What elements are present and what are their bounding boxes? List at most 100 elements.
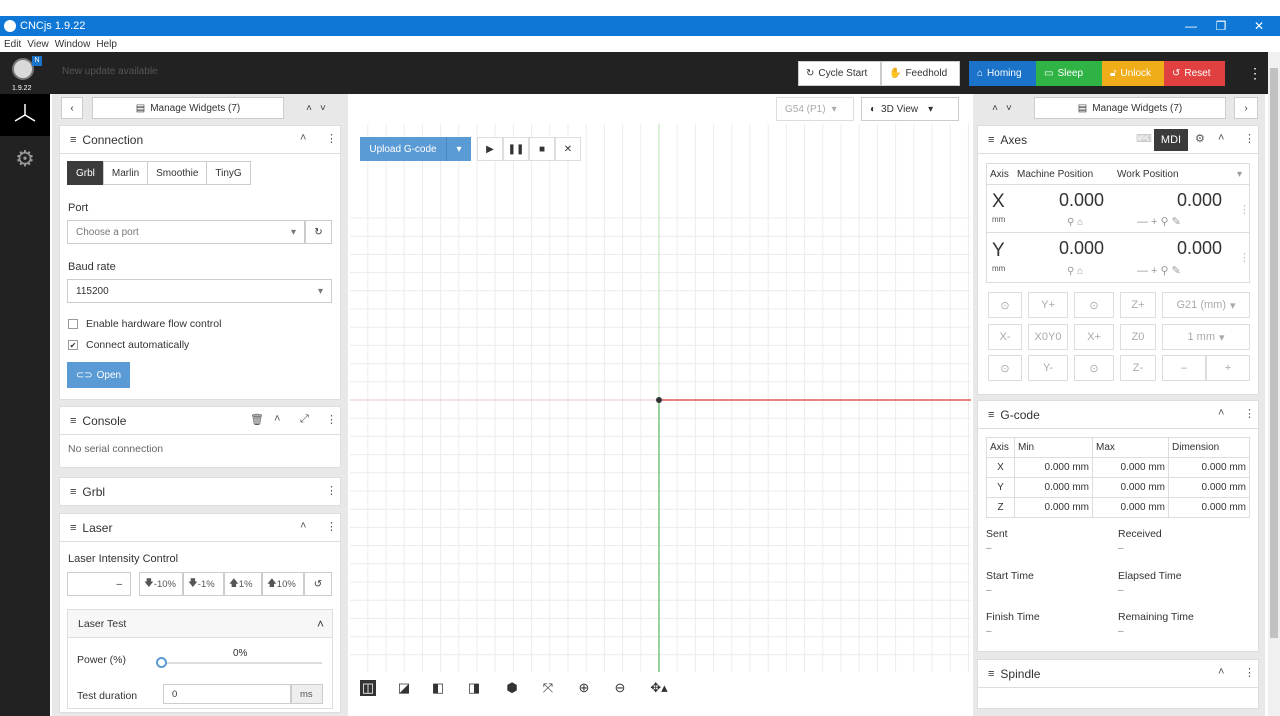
kebab-menu-icon[interactable]: ⋮ bbox=[1244, 132, 1255, 145]
fit-view-icon[interactable]: ⤧ bbox=[540, 680, 556, 696]
increase-10-button[interactable]: 🡅 10% bbox=[262, 572, 304, 596]
go-to-x0y0-button[interactable]: X0Y0 bbox=[1028, 324, 1068, 350]
menu-help[interactable]: Help bbox=[96, 39, 117, 50]
checkbox-checked[interactable]: ✔ bbox=[68, 340, 78, 350]
keyboard-icon[interactable]: ⌨ bbox=[1136, 132, 1152, 145]
jog-xy-diag-icon[interactable]: ⊙ bbox=[988, 292, 1022, 318]
view-left-icon[interactable]: ◧ bbox=[430, 680, 446, 696]
tab-smoothie[interactable]: Smoothie bbox=[147, 161, 208, 185]
decrease-10-button[interactable]: 🡇 -10% bbox=[139, 572, 183, 596]
jog-xy-diag-icon[interactable]: ⊙ bbox=[1074, 355, 1114, 381]
kebab-menu-icon[interactable]: ⋮ bbox=[326, 484, 337, 497]
mdi-button[interactable]: MDI bbox=[1154, 129, 1188, 151]
manage-widgets-button-right[interactable]: ▤ Manage Widgets (7) bbox=[1034, 97, 1226, 119]
close-button[interactable]: ✕ bbox=[1244, 16, 1274, 36]
drag-handle-icon[interactable]: ≡ bbox=[70, 522, 76, 534]
auto-connect-checkbox[interactable]: ✔ Connect automatically bbox=[68, 339, 189, 351]
trash-icon[interactable]: 🗑︎ bbox=[250, 413, 264, 426]
zoom-out-icon[interactable]: ⊖ bbox=[612, 680, 628, 696]
decrease-1-button[interactable]: 🡇 -1% bbox=[183, 572, 224, 596]
tab-grbl[interactable]: Grbl bbox=[67, 161, 104, 185]
refresh-ports-button[interactable]: ↻ bbox=[305, 220, 332, 244]
drag-handle-icon[interactable]: ≡ bbox=[988, 409, 994, 421]
tab-tinyg[interactable]: TinyG bbox=[206, 161, 251, 185]
view-3d-button[interactable]: ◐ 3D View ▾ bbox=[861, 97, 959, 121]
go-to-zero-icon[interactable]: ⚲ ⌂ bbox=[1067, 266, 1083, 277]
sleep-button[interactable]: ▭ Sleep bbox=[1036, 61, 1102, 86]
reset-button[interactable]: ↺ Reset bbox=[1164, 61, 1225, 86]
increase-1-button[interactable]: 🡅 1% bbox=[224, 572, 262, 596]
workspace-nav-item[interactable] bbox=[0, 94, 50, 136]
view-3d-icon[interactable]: ⬢ bbox=[504, 680, 520, 696]
pan-icon[interactable]: ✥▴ bbox=[646, 680, 672, 696]
kebab-menu-icon[interactable]: ⋮ bbox=[326, 520, 337, 533]
drag-handle-icon[interactable]: ≡ bbox=[70, 486, 76, 498]
collapse-right-button[interactable]: › bbox=[1234, 97, 1258, 119]
pause-button[interactable]: ❚❚ bbox=[503, 137, 529, 161]
logo[interactable]: N 1.9.22 bbox=[4, 56, 44, 92]
kebab-menu-icon[interactable]: ⋮ bbox=[326, 413, 337, 426]
minimize-button[interactable]: — bbox=[1176, 16, 1206, 36]
chevron-up-icon[interactable]: ˄ bbox=[300, 520, 306, 532]
chevron-up-icon[interactable]: ˄ bbox=[1218, 132, 1224, 144]
run-button[interactable]: ▶ bbox=[477, 137, 503, 161]
restore-button[interactable]: ❐ bbox=[1206, 16, 1236, 36]
kebab-menu-icon[interactable]: ⋮ bbox=[1244, 407, 1255, 420]
expand-icon[interactable]: ⤢ bbox=[300, 413, 309, 426]
chevron-down-icon[interactable]: ˅ bbox=[320, 103, 326, 114]
homing-button[interactable]: ⌂ Homing bbox=[969, 61, 1036, 86]
drag-handle-icon[interactable]: ≡ bbox=[988, 134, 994, 146]
view-front-icon[interactable]: ◪ bbox=[396, 680, 412, 696]
test-duration-input[interactable]: 0 bbox=[163, 684, 291, 704]
chevron-up-icon[interactable]: ˄ bbox=[306, 103, 312, 114]
reset-intensity-button[interactable]: ↺ bbox=[304, 572, 332, 596]
more-menu-button[interactable]: ⋮ bbox=[1240, 61, 1262, 86]
stop-button[interactable]: ■ bbox=[529, 137, 555, 161]
feedhold-button[interactable]: ✋ Feedhold bbox=[881, 61, 960, 86]
power-slider-thumb[interactable] bbox=[156, 657, 167, 668]
jog-x-minus-button[interactable]: X- bbox=[988, 324, 1022, 350]
collapse-expand-all-right[interactable]: ˄ ˅ bbox=[978, 97, 1026, 119]
units-select[interactable]: G21 (mm) ▾ bbox=[1162, 292, 1250, 318]
hardware-flow-control-checkbox[interactable]: Enable hardware flow control bbox=[68, 318, 221, 330]
view-right-icon[interactable]: ◨ bbox=[466, 680, 482, 696]
upload-gcode-button[interactable]: Upload G-code bbox=[360, 137, 446, 161]
scrollbar-thumb[interactable] bbox=[1270, 68, 1278, 638]
cycle-start-button[interactable]: ↻ Cycle Start bbox=[798, 61, 881, 86]
chevron-up-icon[interactable]: ˄ bbox=[992, 103, 998, 114]
work-actions-icon[interactable]: — + ⚲ ✎ bbox=[1137, 215, 1181, 228]
step-decrease-button[interactable]: – bbox=[1162, 355, 1206, 381]
jog-xy-diag-icon[interactable]: ⊙ bbox=[988, 355, 1022, 381]
jog-y-plus-button[interactable]: Y+ bbox=[1028, 292, 1068, 318]
zoom-in-icon[interactable]: ⊕ bbox=[576, 680, 592, 696]
page-scrollbar[interactable] bbox=[1268, 52, 1280, 716]
settings-nav-item[interactable]: ⚙ bbox=[0, 138, 50, 180]
chevron-up-icon[interactable]: ˄ bbox=[1218, 666, 1224, 678]
step-distance-select[interactable]: 1 mm ▾ bbox=[1162, 324, 1250, 350]
unlock-button[interactable]: 🔓︎ Unlock bbox=[1102, 61, 1164, 86]
chevron-up-icon[interactable]: ˄ bbox=[274, 413, 280, 425]
visualizer[interactable] bbox=[350, 94, 971, 716]
chevron-up-icon[interactable]: ˄ bbox=[317, 617, 324, 631]
jog-y-minus-button[interactable]: Y- bbox=[1028, 355, 1068, 381]
open-button[interactable]: ⊂⊃ Open bbox=[67, 362, 130, 388]
collapse-expand-all[interactable]: ˄ ˅ bbox=[292, 97, 340, 119]
jog-x-plus-button[interactable]: X+ bbox=[1074, 324, 1114, 350]
manage-widgets-button-left[interactable]: ▤ Manage Widgets (7) bbox=[92, 97, 284, 119]
menu-window[interactable]: Window bbox=[55, 39, 91, 50]
drag-handle-icon[interactable]: ≡ bbox=[70, 415, 76, 427]
go-to-z0-button[interactable]: Z0 bbox=[1120, 324, 1156, 350]
kebab-menu-icon[interactable]: ⋮ bbox=[1244, 666, 1255, 679]
jog-z-minus-button[interactable]: Z- bbox=[1120, 355, 1156, 381]
baud-rate-select[interactable]: 115200 ▾ bbox=[67, 279, 332, 303]
menu-view[interactable]: View bbox=[27, 39, 49, 50]
jog-xy-diag-icon[interactable]: ⊙ bbox=[1074, 292, 1114, 318]
chevron-up-icon[interactable]: ˄ bbox=[300, 132, 306, 144]
kebab-menu-icon[interactable]: ⋮ bbox=[326, 132, 337, 145]
chevron-down-icon[interactable]: ˅ bbox=[1006, 103, 1012, 114]
tab-marlin[interactable]: Marlin bbox=[102, 161, 149, 185]
jog-z-plus-button[interactable]: Z+ bbox=[1120, 292, 1156, 318]
collapse-left-button[interactable]: ‹ bbox=[61, 97, 83, 119]
chevron-up-icon[interactable]: ˄ bbox=[1218, 407, 1224, 419]
drag-handle-icon[interactable]: ≡ bbox=[988, 668, 994, 680]
